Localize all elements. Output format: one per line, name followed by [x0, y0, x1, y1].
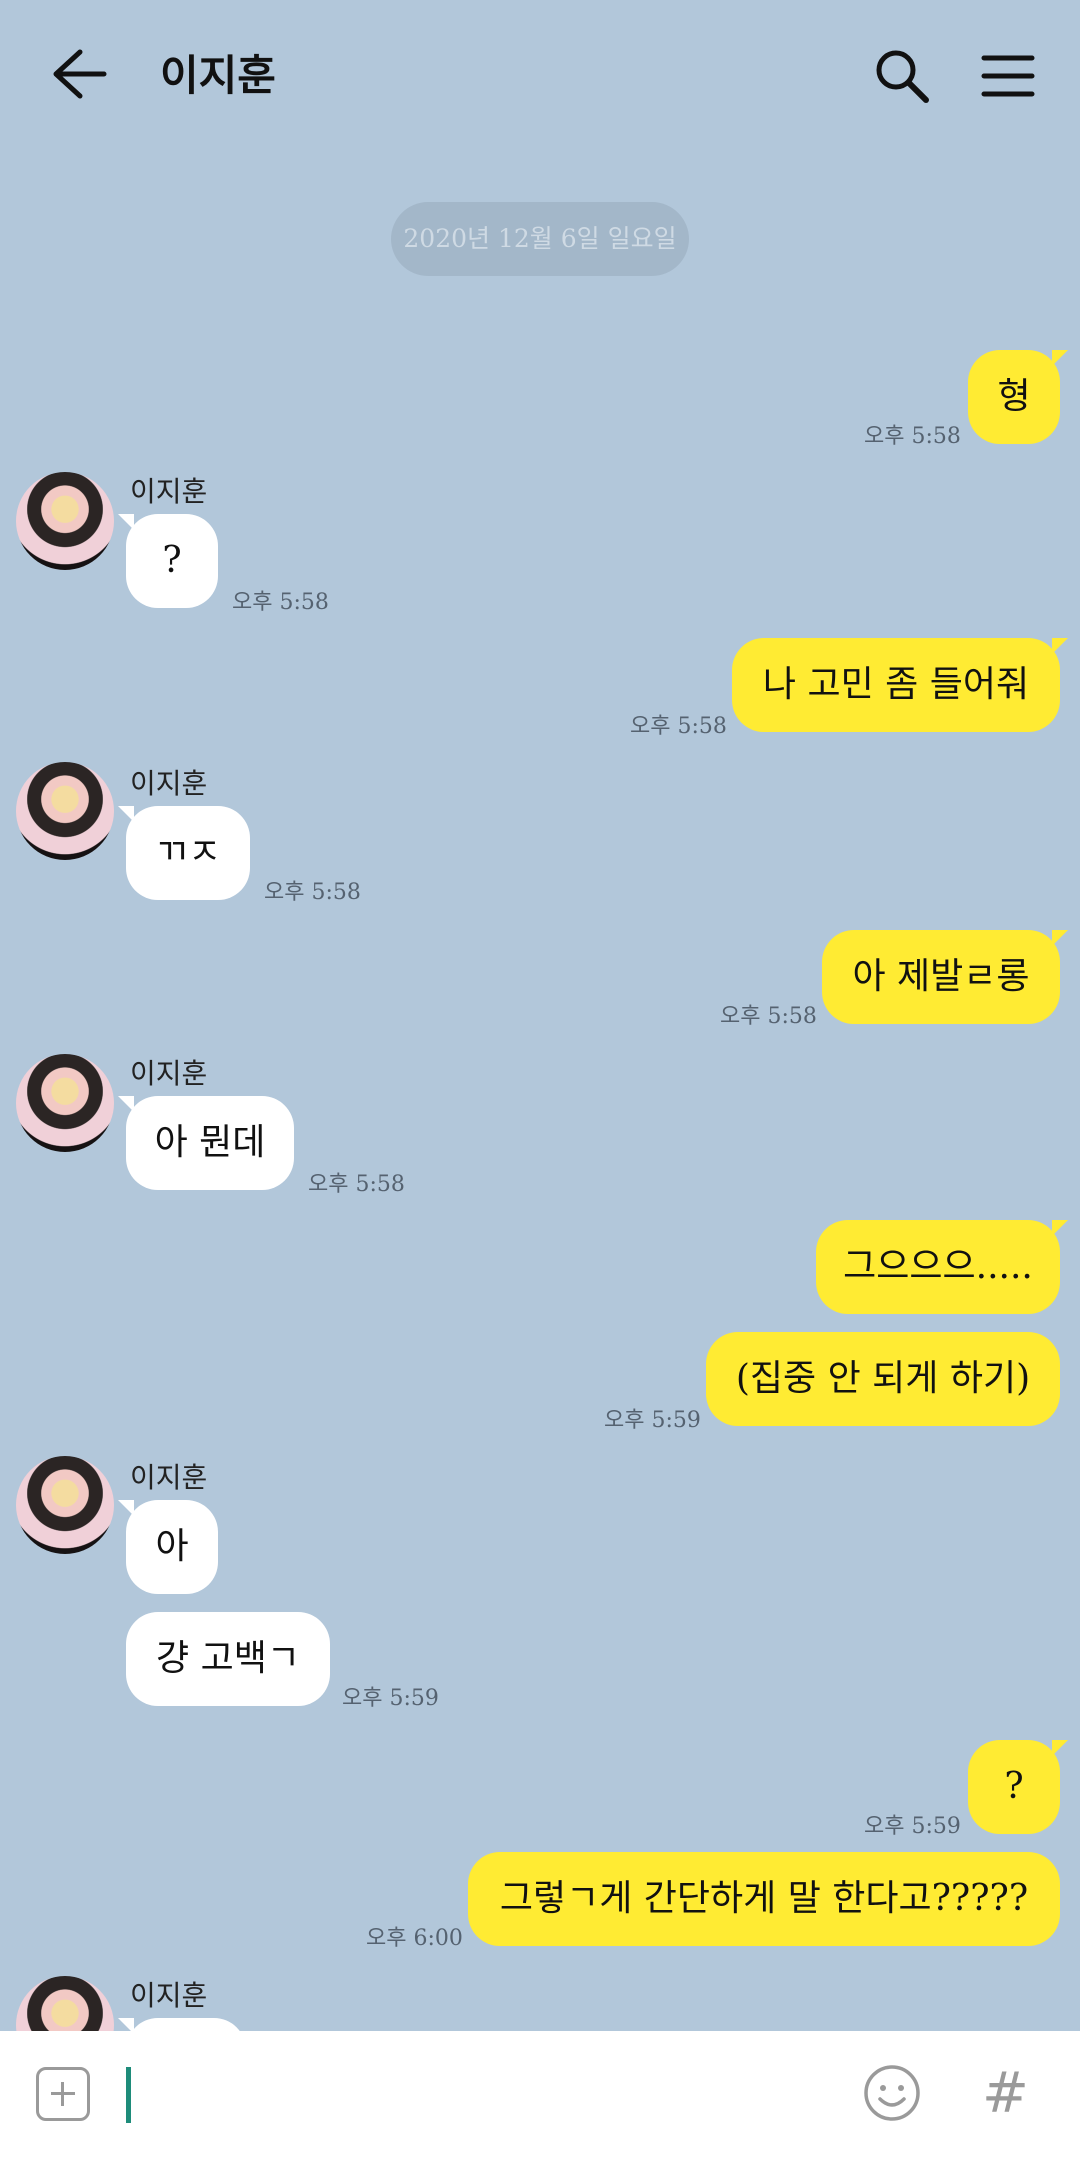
message-input[interactable]: [126, 2067, 131, 2123]
message-text: ?: [162, 540, 182, 581]
their-message-bubble[interactable]: 아 뭔데: [118, 1096, 294, 1190]
message-time: 오후 5:58: [264, 880, 361, 905]
emoji-icon[interactable]: [862, 2063, 922, 2123]
message-time: 오후 5:58: [720, 1004, 817, 1029]
message-time: 오후 6:00: [366, 1926, 463, 1951]
message-time: 오후 5:59: [864, 1814, 961, 1839]
sender-name: 이지훈: [130, 767, 208, 800]
chat-header: 이지훈: [0, 0, 1080, 150]
sender-name: 이지훈: [130, 1461, 208, 1494]
message-time: 오후 5:58: [308, 1172, 405, 1197]
hashtag-search-icon[interactable]: #: [982, 2061, 1029, 2126]
date-divider: 2020년 12월 6일 일요일: [391, 202, 689, 276]
my-message-bubble[interactable]: ?: [968, 1740, 1068, 1834]
their-message-bubble[interactable]: ?: [118, 514, 218, 608]
message-time: 오후 5:59: [604, 1408, 701, 1433]
message-text: 아 뭔데: [154, 1122, 266, 1163]
back-arrow-icon[interactable]: [48, 46, 108, 102]
message-text: 나 고민 좀 들어줘: [762, 664, 1030, 705]
message-text: ?: [1004, 1766, 1024, 1807]
menu-icon[interactable]: [978, 46, 1038, 106]
my-message-bubble[interactable]: 나 고민 좀 들어줘: [732, 638, 1068, 732]
their-message-bubble[interactable]: 걍 고백ㄱ: [126, 1612, 330, 1706]
message-time: 오후 5:58: [864, 424, 961, 449]
message-text: ㄲㅈ: [154, 832, 222, 873]
message-text: (집중 안 되게 하기): [735, 1358, 1031, 1399]
message-text: 형: [997, 376, 1031, 417]
my-message-bubble[interactable]: 그으으으.....: [816, 1220, 1068, 1314]
contact-avatar[interactable]: [16, 472, 114, 570]
message-text: 그으으으.....: [843, 1246, 1033, 1287]
my-message-bubble[interactable]: 아 제발ㄹ롱: [822, 930, 1068, 1024]
message-time: 오후 5:58: [232, 590, 329, 615]
message-text: 걍 고백ㄱ: [156, 1638, 300, 1679]
sender-name: 이지훈: [130, 1979, 208, 2012]
message-time: 오후 5:59: [342, 1686, 439, 1711]
their-message-bubble[interactable]: 아: [118, 1500, 218, 1594]
search-icon[interactable]: [872, 46, 932, 106]
message-text: 그렇ㄱ게 간단하게 말 한다고?????: [499, 1878, 1029, 1919]
their-message-bubble[interactable]: ㄲㅈ: [118, 806, 250, 900]
message-composer: #: [0, 2031, 1080, 2157]
message-text: 아: [155, 1526, 189, 1567]
message-text: 아 제발ㄹ롱: [852, 956, 1030, 997]
contact-avatar[interactable]: [16, 1456, 114, 1554]
attach-plus-icon[interactable]: [36, 2067, 90, 2121]
my-message-bubble[interactable]: 형: [968, 350, 1068, 444]
sender-name: 이지훈: [130, 1057, 208, 1090]
chat-title: 이지훈: [160, 51, 276, 100]
message-time: 오후 5:58: [630, 714, 727, 739]
contact-avatar[interactable]: [16, 1054, 114, 1152]
sender-name: 이지훈: [130, 475, 208, 508]
my-message-bubble[interactable]: (집중 안 되게 하기): [706, 1332, 1060, 1426]
my-message-bubble[interactable]: 그렇ㄱ게 간단하게 말 한다고?????: [468, 1852, 1060, 1946]
contact-avatar[interactable]: [16, 762, 114, 860]
